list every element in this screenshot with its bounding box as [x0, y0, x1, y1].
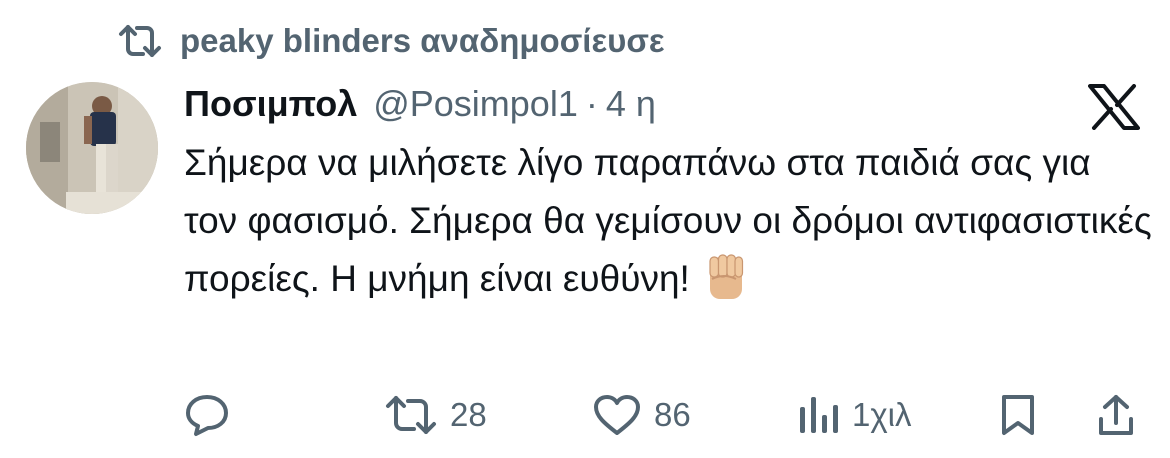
views-button[interactable]: 1χιλ — [796, 390, 912, 440]
repost-count: 28 — [450, 396, 487, 433]
tweet-header: Ποσιμπολ @Posimpol1 · 4 η — [184, 82, 656, 126]
avatar-image — [26, 82, 158, 214]
raised-fist-emoji — [700, 251, 752, 303]
bookmark-icon — [998, 393, 1038, 437]
tweet-text: Σήμερα να μιλήσετε λίγο παραπάνω στα παι… — [184, 134, 1154, 308]
share-icon — [1096, 393, 1136, 437]
repost-text[interactable]: peaky blinders αναδημοσίευσε — [180, 22, 665, 60]
repost-button[interactable]: 28 — [384, 390, 487, 440]
repost-icon — [384, 393, 438, 437]
reply-icon — [184, 393, 230, 437]
timestamp[interactable]: 4 η — [606, 83, 656, 125]
tweet-actions: 28 86 1χιλ — [184, 390, 1144, 440]
repost-indicator[interactable]: peaky blinders αναδημοσίευσε — [118, 18, 665, 64]
views-count: 1χιλ — [852, 396, 912, 433]
views-icon — [796, 393, 840, 437]
author-name[interactable]: Ποσιμπολ — [184, 83, 357, 125]
tweet-body: Σήμερα να μιλήσετε λίγο παραπάνω στα παι… — [184, 142, 1152, 299]
heart-icon — [592, 393, 642, 437]
author-handle[interactable]: @Posimpol1 — [373, 83, 578, 125]
reply-button[interactable] — [184, 390, 242, 440]
avatar[interactable] — [26, 82, 158, 214]
like-count: 86 — [654, 396, 691, 433]
x-logo-icon — [1088, 84, 1140, 130]
bookmark-button[interactable] — [998, 390, 1038, 440]
repost-icon — [118, 23, 162, 59]
share-button[interactable] — [1096, 390, 1136, 440]
like-button[interactable]: 86 — [592, 390, 691, 440]
separator-dot: · — [585, 83, 598, 124]
